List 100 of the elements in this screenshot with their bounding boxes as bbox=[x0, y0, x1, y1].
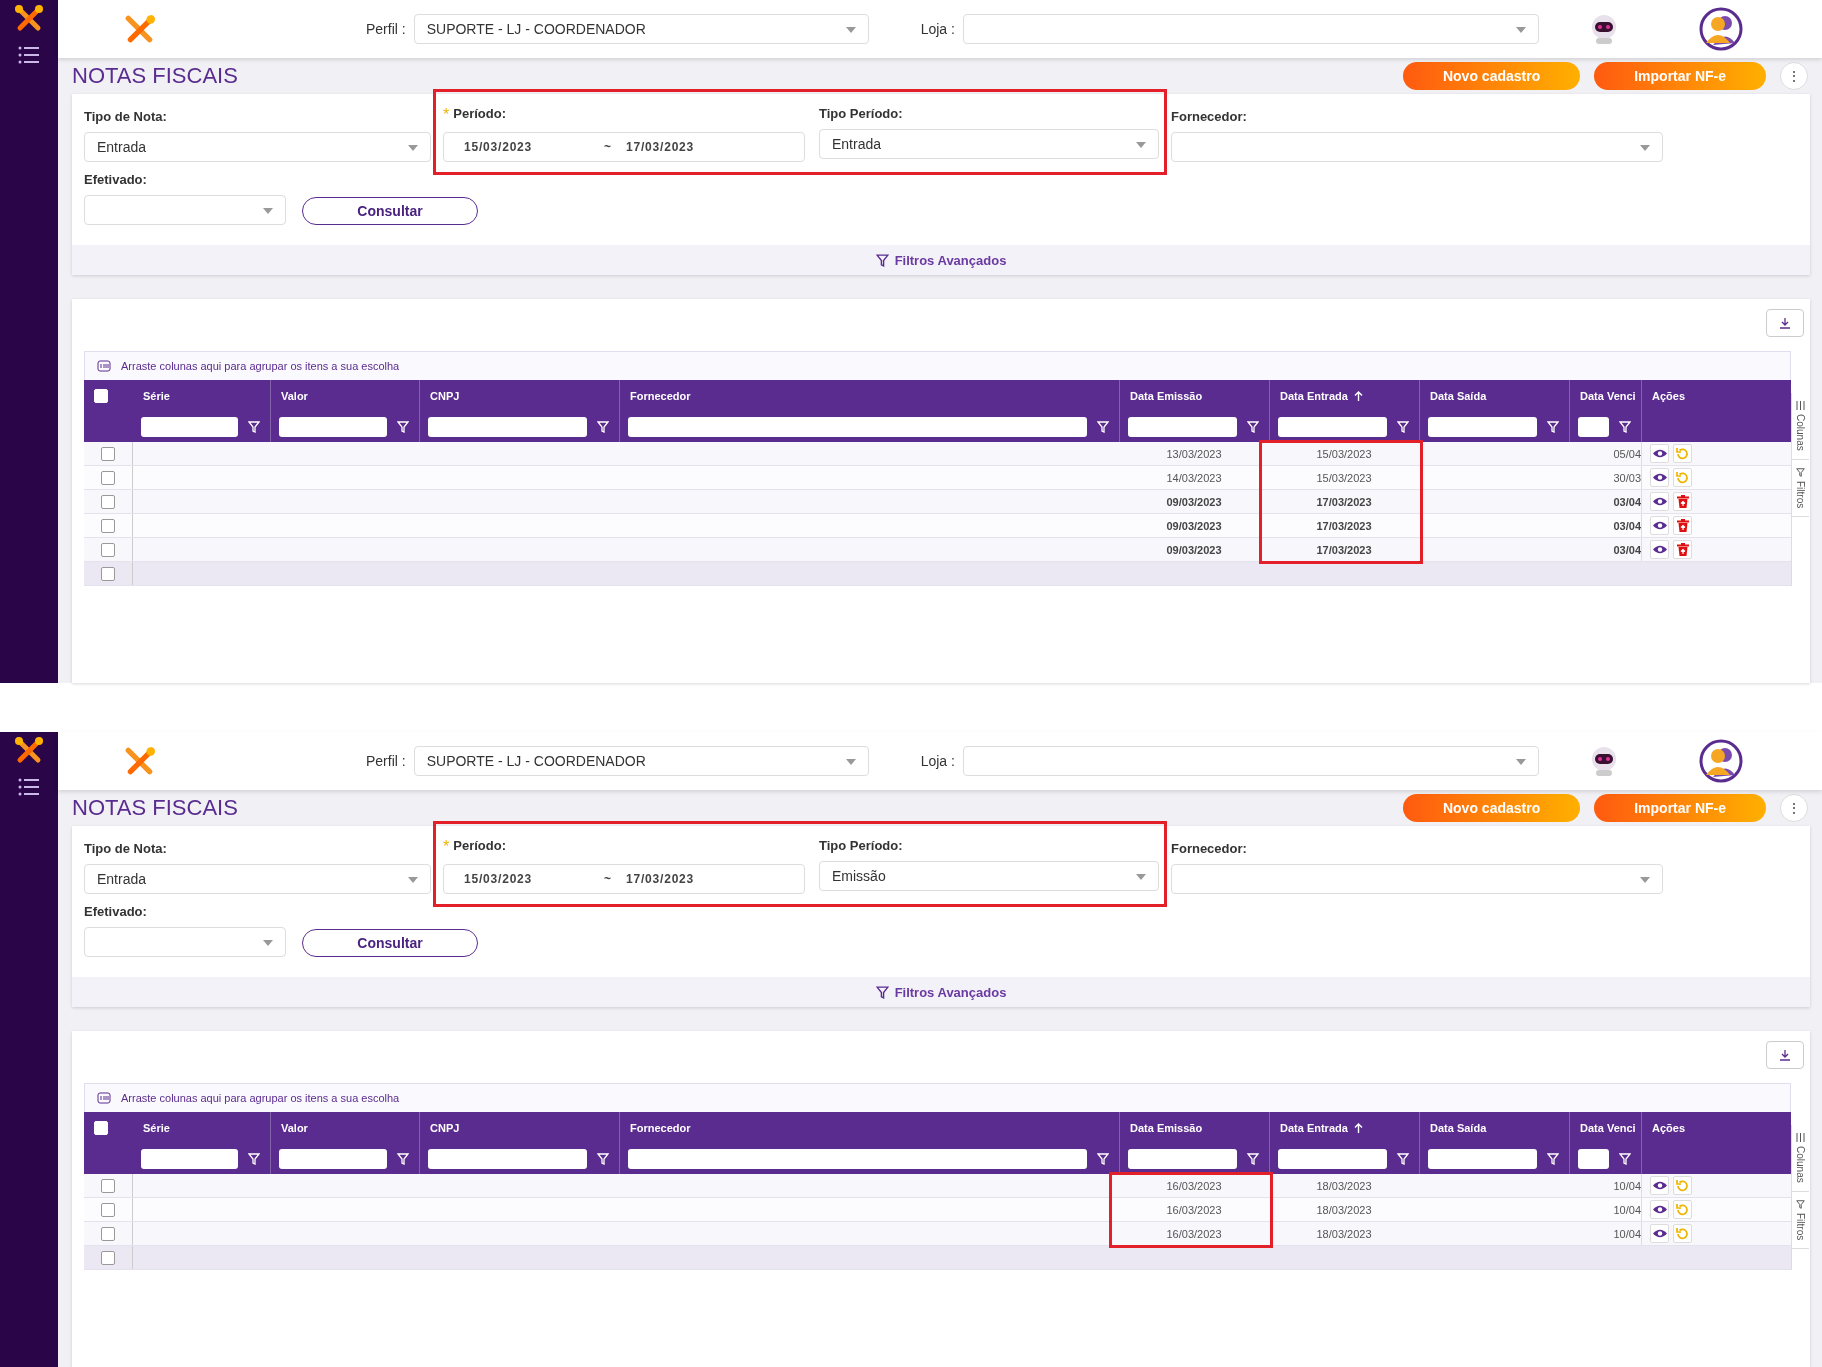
menu-icon[interactable] bbox=[18, 46, 40, 64]
perfil-select[interactable]: SUPORTE - LJ - COORDENADOR bbox=[413, 746, 869, 776]
column-header[interactable]: Série bbox=[143, 390, 170, 402]
filter-icon[interactable] bbox=[397, 421, 409, 433]
filter-icon[interactable] bbox=[1397, 421, 1409, 433]
column-filter-field[interactable] bbox=[279, 1149, 387, 1169]
filter-icon[interactable] bbox=[1619, 1153, 1631, 1165]
date-range-field[interactable]: 15/03/2023 ~ 17/03/2023 bbox=[443, 132, 805, 162]
column-header[interactable]: Ações bbox=[1652, 1122, 1686, 1134]
row-checkbox[interactable] bbox=[101, 494, 115, 509]
menu-icon[interactable] bbox=[18, 778, 40, 796]
column-filter-field[interactable] bbox=[1428, 1149, 1537, 1169]
advanced-filters-toggle[interactable]: Filtros Avançados bbox=[72, 977, 1810, 1007]
table-row[interactable]: 14/03/2023 15/03/2023 30/03 bbox=[84, 466, 1791, 490]
filter-icon[interactable] bbox=[597, 1153, 609, 1165]
column-header[interactable]: Fornecedor bbox=[630, 390, 691, 402]
column-filter-field[interactable] bbox=[1278, 1149, 1387, 1169]
delete-button[interactable] bbox=[1673, 516, 1692, 535]
column-header[interactable]: Valor bbox=[281, 1122, 308, 1134]
view-button[interactable] bbox=[1650, 444, 1669, 463]
side-tab[interactable]: Filtros bbox=[1792, 459, 1809, 517]
filter-icon[interactable] bbox=[597, 421, 609, 433]
column-filter-field[interactable] bbox=[1278, 417, 1387, 437]
view-button[interactable] bbox=[1650, 1224, 1669, 1243]
table-row[interactable]: 16/03/2023 18/03/2023 10/04 bbox=[84, 1174, 1791, 1198]
view-button[interactable] bbox=[1650, 540, 1669, 559]
column-header[interactable]: Valor bbox=[281, 390, 308, 402]
column-header[interactable]: CNPJ bbox=[430, 390, 460, 402]
column-header[interactable]: Data Entrada bbox=[1280, 1122, 1348, 1134]
advanced-filters-toggle[interactable]: Filtros Avançados bbox=[72, 245, 1810, 275]
tipo-nota-select[interactable]: Entrada bbox=[84, 132, 431, 162]
view-button[interactable] bbox=[1650, 468, 1669, 487]
row-checkbox[interactable] bbox=[101, 566, 115, 581]
side-tab[interactable]: Colunas bbox=[1792, 393, 1809, 460]
tipo-nota-select[interactable]: Entrada bbox=[84, 864, 431, 894]
column-header[interactable]: Data Emissão bbox=[1130, 390, 1203, 402]
user-avatar-icon[interactable] bbox=[1698, 739, 1743, 783]
side-tab[interactable]: Colunas bbox=[1792, 1125, 1809, 1192]
column-header[interactable]: Data Saída bbox=[1430, 1122, 1487, 1134]
view-button[interactable] bbox=[1650, 1200, 1669, 1219]
column-header[interactable]: Série bbox=[143, 1122, 170, 1134]
column-header[interactable]: Fornecedor bbox=[630, 1122, 691, 1134]
view-button[interactable] bbox=[1650, 492, 1669, 511]
download-button[interactable] bbox=[1766, 1041, 1804, 1069]
column-header[interactable]: Data Venci bbox=[1580, 390, 1636, 402]
row-checkbox[interactable] bbox=[101, 470, 115, 485]
filter-icon[interactable] bbox=[248, 1153, 260, 1165]
table-row[interactable]: 09/03/2023 17/03/2023 03/04 bbox=[84, 514, 1791, 538]
row-checkbox[interactable] bbox=[101, 518, 115, 533]
filter-icon[interactable] bbox=[1619, 421, 1631, 433]
table-row[interactable]: 16/03/2023 18/03/2023 10/04 bbox=[84, 1222, 1791, 1246]
column-filter-field[interactable] bbox=[1428, 417, 1537, 437]
filter-icon[interactable] bbox=[1397, 1153, 1409, 1165]
table-row[interactable]: 09/03/2023 17/03/2023 03/04 bbox=[84, 490, 1791, 514]
filter-icon[interactable] bbox=[248, 421, 260, 433]
view-button[interactable] bbox=[1650, 1176, 1669, 1195]
column-header[interactable]: Ações bbox=[1652, 390, 1686, 402]
filter-icon[interactable] bbox=[1247, 421, 1259, 433]
row-checkbox[interactable] bbox=[101, 1250, 115, 1265]
column-filter-field[interactable] bbox=[1128, 417, 1237, 437]
delete-button[interactable] bbox=[1673, 492, 1692, 511]
perfil-select[interactable]: SUPORTE - LJ - COORDENADOR bbox=[413, 14, 869, 44]
column-filter-field[interactable] bbox=[141, 1149, 238, 1169]
column-filter-field[interactable] bbox=[628, 1149, 1087, 1169]
column-filter-field[interactable] bbox=[1578, 1149, 1609, 1169]
user-avatar-icon[interactable] bbox=[1698, 7, 1743, 51]
filter-icon[interactable] bbox=[1097, 1153, 1109, 1165]
row-checkbox[interactable] bbox=[101, 1202, 115, 1217]
column-filter-field[interactable] bbox=[428, 417, 587, 437]
date-range-field[interactable]: 15/03/2023 ~ 17/03/2023 bbox=[443, 864, 805, 894]
table-row[interactable]: 13/03/2023 15/03/2023 05/04 bbox=[84, 442, 1791, 466]
side-tab[interactable]: Filtros bbox=[1792, 1191, 1809, 1249]
tipo-periodo-select[interactable]: Entrada bbox=[819, 129, 1159, 159]
select-all-checkbox[interactable] bbox=[94, 1121, 108, 1135]
column-filter-field[interactable] bbox=[428, 1149, 587, 1169]
filter-icon[interactable] bbox=[1247, 1153, 1259, 1165]
view-button[interactable] bbox=[1650, 516, 1669, 535]
table-row[interactable]: 16/03/2023 18/03/2023 10/04 bbox=[84, 1198, 1791, 1222]
column-header[interactable]: CNPJ bbox=[430, 1122, 460, 1134]
column-header[interactable]: Data Emissão bbox=[1130, 1122, 1203, 1134]
filter-icon[interactable] bbox=[1097, 421, 1109, 433]
consultar-button[interactable]: Consultar bbox=[302, 929, 478, 957]
column-header[interactable]: Data Entrada bbox=[1280, 390, 1348, 402]
column-filter-field[interactable] bbox=[1128, 1149, 1237, 1169]
select-all-checkbox[interactable] bbox=[94, 389, 108, 403]
consultar-button[interactable]: Consultar bbox=[302, 197, 478, 225]
filter-icon[interactable] bbox=[1547, 421, 1559, 433]
filter-icon[interactable] bbox=[397, 1153, 409, 1165]
filter-icon[interactable] bbox=[1547, 1153, 1559, 1165]
row-checkbox[interactable] bbox=[101, 1178, 115, 1193]
column-filter-field[interactable] bbox=[141, 417, 238, 437]
column-filter-field[interactable] bbox=[1578, 417, 1609, 437]
more-button[interactable]: ⋮ bbox=[1780, 62, 1808, 90]
row-checkbox[interactable] bbox=[101, 1226, 115, 1241]
column-filter-field[interactable] bbox=[628, 417, 1087, 437]
column-filter-field[interactable] bbox=[279, 417, 387, 437]
row-checkbox[interactable] bbox=[101, 542, 115, 557]
tipo-periodo-select[interactable]: Emissão bbox=[819, 861, 1159, 891]
column-header[interactable]: Data Venci bbox=[1580, 1122, 1636, 1134]
table-row[interactable]: 09/03/2023 17/03/2023 03/04 bbox=[84, 538, 1791, 562]
